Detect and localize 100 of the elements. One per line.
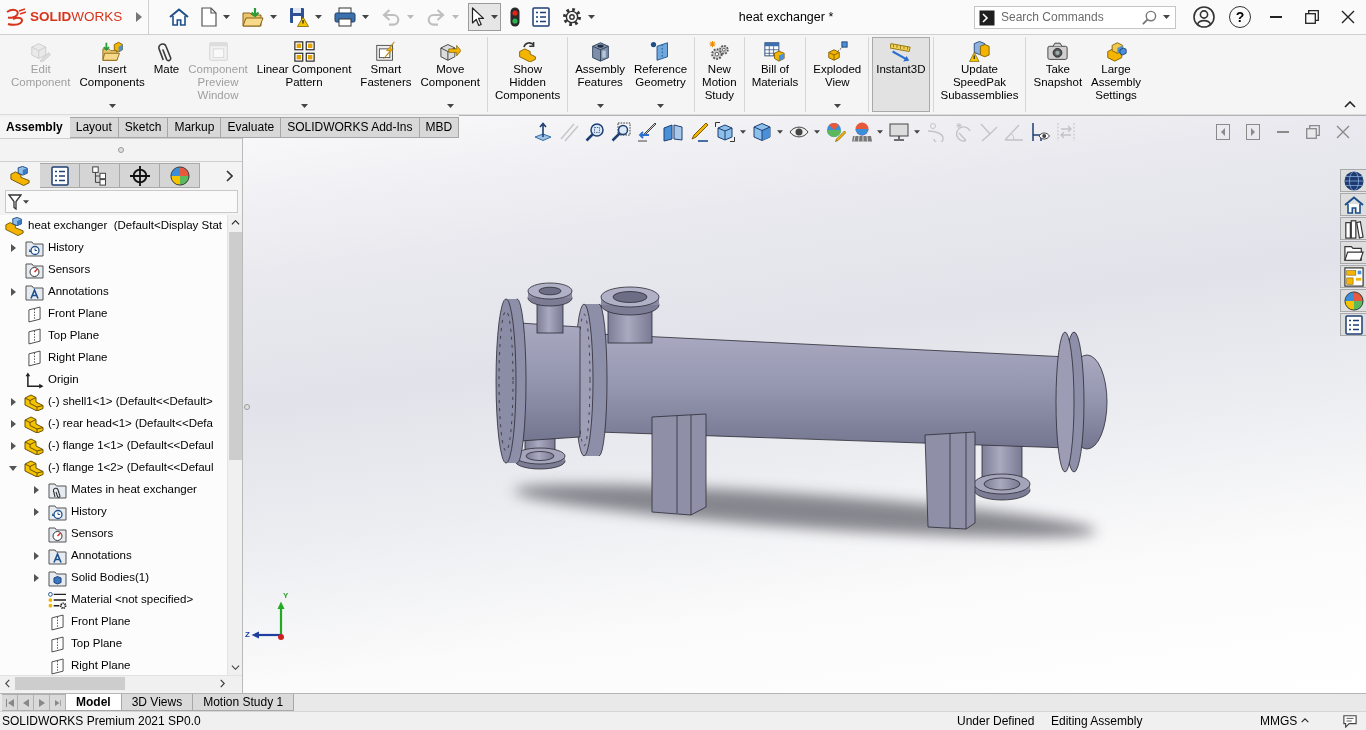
ribbon-command-button[interactable]: Reference Geometry bbox=[630, 37, 692, 112]
section-cube-icon bbox=[663, 122, 683, 142]
view-toolbar-button[interactable] bbox=[611, 121, 631, 143]
tree-item[interactable]: Top Plane bbox=[48, 329, 100, 343]
command-tab[interactable]: Evaluate bbox=[221, 117, 282, 138]
minimize-icon bbox=[1277, 131, 1289, 133]
caret-right-icon[interactable] bbox=[10, 288, 16, 296]
view-toolbar-button[interactable] bbox=[689, 121, 709, 143]
scrollbar-thumb[interactable] bbox=[228, 232, 242, 460]
command-tab[interactable]: SOLIDWORKS Add-Ins bbox=[281, 117, 420, 138]
ribbon-command-button[interactable]: Move Component bbox=[416, 37, 484, 112]
panel-tab[interactable] bbox=[40, 163, 80, 188]
caret-right-icon[interactable] bbox=[10, 244, 16, 252]
command-tab[interactable]: MBD bbox=[419, 117, 460, 138]
view-tab[interactable]: 3D Views bbox=[121, 694, 194, 711]
ribbon-command-button[interactable]: Mate bbox=[149, 37, 184, 112]
plane-icon bbox=[50, 613, 64, 631]
tree-item[interactable]: Material <not specified> bbox=[71, 593, 194, 607]
view-toolbar-button[interactable] bbox=[533, 121, 553, 143]
tree-item[interactable]: Right Plane bbox=[71, 659, 131, 673]
select-button[interactable] bbox=[468, 3, 501, 31]
ribbon-command-button[interactable]: Linear Component Pattern bbox=[252, 37, 356, 112]
task-pane-tab[interactable] bbox=[1340, 193, 1366, 216]
view-toolbar-button[interactable] bbox=[663, 121, 683, 143]
tree-item[interactable]: heat exchanger (Default<Display Stat bbox=[28, 219, 222, 233]
caret-right-icon[interactable] bbox=[33, 508, 39, 516]
view-tab[interactable]: Model bbox=[66, 694, 122, 711]
caret-icon bbox=[588, 15, 595, 19]
definition-status: Under Defined bbox=[957, 713, 1036, 729]
tree-item[interactable]: History bbox=[48, 241, 84, 255]
view-toolbar-button[interactable] bbox=[1030, 121, 1050, 143]
ribbon-command-button[interactable]: Update SpeedPak Subassemblies bbox=[936, 37, 1023, 112]
ribbon-command-button[interactable]: Smart Fasteners bbox=[356, 37, 416, 112]
caret-icon bbox=[446, 104, 454, 108]
funnel-icon bbox=[8, 193, 22, 210]
tree-item[interactable]: Annotations bbox=[71, 549, 132, 563]
triangle-bar-right-icon bbox=[54, 698, 61, 707]
tree-item[interactable]: Origin bbox=[48, 373, 79, 387]
bolt-frame-icon bbox=[375, 40, 397, 62]
units-button[interactable]: MMGS bbox=[1260, 713, 1298, 729]
tree-item[interactable]: History bbox=[71, 505, 107, 519]
tree-item[interactable]: Right Plane bbox=[48, 351, 108, 365]
tree-item[interactable]: Front Plane bbox=[48, 307, 108, 321]
eye-icon bbox=[789, 126, 809, 138]
caret-down-icon[interactable] bbox=[9, 465, 17, 471]
tree-item[interactable]: (-) rear head<1> (Default<<Defa bbox=[48, 417, 213, 431]
ribbon-command-button[interactable]: Insert Components bbox=[75, 37, 149, 112]
caret-right-icon[interactable] bbox=[10, 420, 16, 428]
tree-item[interactable]: Top Plane bbox=[71, 637, 123, 651]
task-pane-tab[interactable] bbox=[1340, 217, 1366, 240]
caret-right-icon[interactable] bbox=[33, 486, 39, 494]
tree-item[interactable]: Annotations bbox=[48, 285, 109, 299]
panel-tab[interactable] bbox=[80, 163, 120, 188]
ribbon-command-button[interactable]: Large Assembly Settings bbox=[1087, 37, 1145, 112]
view-toolbar-button[interactable] bbox=[585, 121, 605, 143]
ribbon-command-button[interactable]: Show Hidden Components bbox=[490, 37, 565, 112]
view-toolbar-button[interactable] bbox=[715, 121, 746, 143]
tree-item[interactable]: Solid Bodies(1) bbox=[71, 571, 149, 585]
command-tab[interactable]: Assembly bbox=[0, 117, 70, 138]
tree-item[interactable]: Sensors bbox=[48, 263, 91, 277]
view-toolbar-button[interactable] bbox=[637, 121, 657, 143]
caret-right-icon[interactable] bbox=[33, 552, 39, 560]
view-tab[interactable]: Motion Study 1 bbox=[193, 694, 295, 711]
task-pane-tab[interactable] bbox=[1340, 289, 1366, 312]
tree-item[interactable]: (-) flange 1<1> (Default<<Defaul bbox=[48, 439, 214, 453]
tree-item[interactable]: (-) flange 1<2> (Default<<Defaul bbox=[48, 461, 214, 475]
caret-right-icon[interactable] bbox=[10, 398, 16, 406]
ribbon-command-button[interactable]: Assembly Features bbox=[571, 37, 630, 112]
vertical-scrollbar[interactable] bbox=[227, 215, 242, 675]
block-hole-icon bbox=[589, 40, 611, 62]
caret-right-icon[interactable] bbox=[10, 442, 16, 450]
panel-tab[interactable] bbox=[120, 163, 160, 188]
tree-item[interactable]: Mates in heat exchanger bbox=[71, 483, 197, 497]
ribbon-command-button[interactable]: Bill of Materials bbox=[747, 37, 803, 112]
tree-item[interactable]: (-) shell1<1> (Default<<Default> bbox=[48, 395, 213, 409]
ribbon-command-button[interactable]: Take Snapshot bbox=[1029, 37, 1087, 112]
ribbon-command-button[interactable]: Instant3D bbox=[872, 37, 930, 112]
plane-icon bbox=[27, 305, 41, 323]
task-pane-tab[interactable] bbox=[1340, 313, 1366, 336]
task-pane-tab[interactable] bbox=[1340, 241, 1366, 264]
tree-item[interactable]: Front Plane bbox=[71, 615, 131, 629]
ribbon-command-button[interactable]: Exploded View bbox=[809, 37, 866, 112]
search-field[interactable]: Search Commands bbox=[974, 5, 1176, 29]
horizontal-scrollbar[interactable] bbox=[0, 675, 242, 691]
ribbon-command-button[interactable]: New Motion Study bbox=[698, 37, 741, 112]
filter-field[interactable] bbox=[5, 190, 238, 213]
scrollbar-thumb[interactable] bbox=[15, 677, 125, 690]
task-pane-tab[interactable] bbox=[1340, 169, 1366, 192]
caret-icon bbox=[740, 130, 746, 134]
caret-right-icon[interactable] bbox=[33, 574, 39, 582]
tree-item[interactable]: Sensors bbox=[71, 527, 114, 541]
floppy-warning-icon bbox=[289, 7, 309, 27]
caret-icon bbox=[833, 104, 841, 108]
view-toolbar-button[interactable] bbox=[752, 121, 783, 143]
task-pane-tab[interactable] bbox=[1340, 265, 1366, 288]
minimize-icon bbox=[1270, 16, 1282, 18]
command-tab[interactable]: Markup bbox=[168, 117, 222, 138]
product-version: SOLIDWORKS Premium 2021 SP0.0 bbox=[1, 713, 202, 729]
command-tab[interactable]: Sketch bbox=[118, 117, 169, 138]
command-tab[interactable]: Layout bbox=[69, 117, 119, 138]
